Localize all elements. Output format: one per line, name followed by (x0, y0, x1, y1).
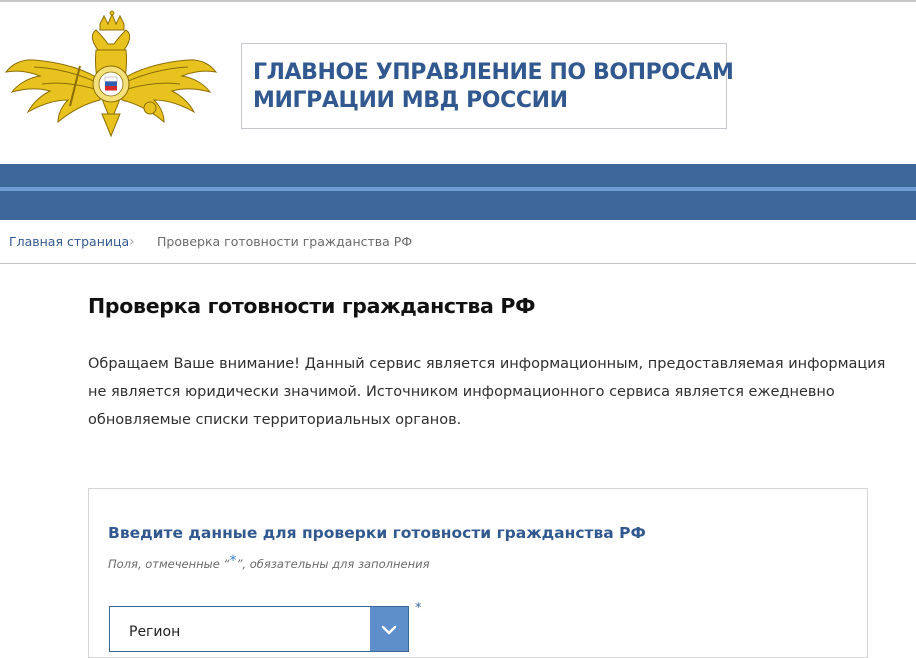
breadcrumb: Главная страница › Проверка готовности г… (0, 229, 916, 255)
form-title: Введите данные для проверки готовности г… (108, 524, 646, 542)
header-stripe (0, 187, 916, 191)
region-select-toggle[interactable] (370, 607, 408, 651)
agency-title-box: ГЛАВНОЕ УПРАВЛЕНИЕ ПО ВОПРОСАМ МИГРАЦИИ … (241, 43, 734, 129)
notice-line: не является юридически значимой. Источни… (88, 384, 835, 400)
mvd-emblem (4, 10, 218, 138)
breadcrumb-current: Проверка готовности гражданства РФ (157, 234, 413, 249)
notice-text: Обращаем Ваше внимание! Данный сервис яв… (88, 350, 886, 434)
breadcrumb-home-link[interactable]: Главная страница (9, 229, 129, 255)
page-title: Проверка готовности гражданства РФ (88, 294, 536, 318)
top-border (0, 0, 916, 2)
breadcrumb-divider (0, 263, 916, 264)
notice-line: обновляемые списки территориальных орган… (88, 412, 462, 428)
region-select[interactable]: Регион (109, 606, 409, 652)
header-blue-band (0, 164, 916, 220)
agency-title-line1: ГЛАВНОЕ УПРАВЛЕНИЕ ПО ВОПРОСАМ (253, 60, 734, 85)
chevron-down-icon (381, 625, 397, 635)
agency-title-line2: МИГРАЦИИ МВД РОССИИ (253, 88, 568, 113)
region-select-value: Регион (129, 624, 181, 640)
chevron-right-icon: › (129, 234, 135, 250)
hint-required-star: * (229, 553, 237, 569)
region-required-mark: * (415, 601, 422, 616)
hint-text-before: Поля, отмеченные “ (108, 557, 230, 571)
notice-line: Обращаем Ваше внимание! Данный сервис яв… (88, 356, 886, 372)
check-form-panel: Введите данные для проверки готовности г… (88, 488, 868, 658)
required-fields-hint: Поля, отмеченные “*”, обязательны для за… (108, 553, 430, 572)
hint-text-after: ”, обязательны для заполнения (236, 557, 430, 571)
